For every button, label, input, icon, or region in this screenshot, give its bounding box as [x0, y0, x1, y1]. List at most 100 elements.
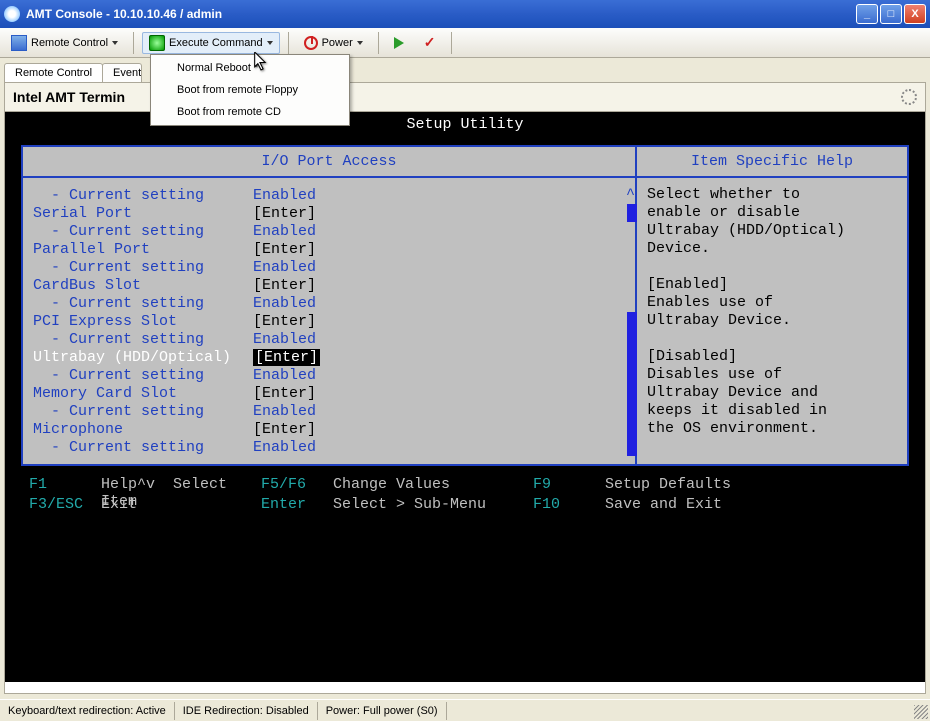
menu-item[interactable]: Boot from remote Floppy: [153, 79, 347, 101]
bios-row-label: Ultrabay (HDD/Optical): [33, 349, 253, 366]
close-button[interactable]: X: [904, 4, 926, 24]
bios-row[interactable]: - Current settingEnabled: [33, 330, 633, 348]
bios-row-label: - Current setting: [33, 259, 253, 276]
window-titlebar: AMT Console - 10.10.10.46 / admin _ □ X: [0, 0, 930, 28]
bios-help-line: Ultrabay (HDD/Optical): [647, 222, 897, 240]
status-ide: IDE Redirection: Disabled: [175, 702, 318, 720]
fkey-f9-desc: Setup Defaults: [605, 476, 765, 496]
tab-event[interactable]: Event: [102, 63, 142, 82]
power-button[interactable]: Power: [297, 33, 370, 53]
panel: Intel AMT Termin Setup Utility I/O Port …: [4, 82, 926, 694]
bios-help-line: [647, 258, 897, 276]
bios-row[interactable]: - Current settingEnabled: [33, 294, 633, 312]
status-power: Power: Full power (S0): [318, 702, 447, 720]
status-keyboard: Keyboard/text redirection: Active: [0, 702, 175, 720]
bios-row-label: Parallel Port: [33, 241, 253, 258]
bios-window: I/O Port Access Item Specific Help ^ - C…: [21, 145, 909, 466]
bios-row[interactable]: Serial Port[Enter]: [33, 204, 633, 222]
go-button[interactable]: [387, 34, 411, 52]
bios-row-label: Memory Card Slot: [33, 385, 253, 402]
execute-command-label: Execute Command: [169, 37, 263, 49]
toolbar-separator: [378, 32, 379, 54]
bios-row[interactable]: Parallel Port[Enter]: [33, 240, 633, 258]
bios-list[interactable]: ^ - Current settingEnabledSerial Port[En…: [23, 178, 637, 464]
bios-row[interactable]: - Current settingEnabled: [33, 366, 633, 384]
bios-row[interactable]: - Current settingEnabled: [33, 222, 633, 240]
power-icon: [304, 36, 318, 50]
bios-row[interactable]: - Current settingEnabled: [33, 402, 633, 420]
fkey-f1: F1: [29, 476, 101, 496]
run-icon: [149, 35, 165, 51]
fkey-f3-desc: Exit: [101, 496, 261, 516]
toolbar-separator: [133, 32, 134, 54]
resize-grip[interactable]: [914, 705, 928, 719]
scroll-marker: [627, 330, 637, 348]
maximize-button[interactable]: □: [880, 4, 902, 24]
bios-row-value: [Enter]: [253, 313, 316, 330]
chevron-down-icon: [267, 41, 273, 45]
bios-row-label: - Current setting: [33, 331, 253, 348]
bios-row[interactable]: Microphone[Enter]: [33, 420, 633, 438]
bios-row-value: Enabled: [253, 259, 316, 276]
bios-row-value: Enabled: [253, 367, 316, 384]
execute-command-menu[interactable]: Normal Reboot *Boot from remote FloppyBo…: [150, 54, 350, 126]
remote-control-button[interactable]: Remote Control: [4, 32, 125, 54]
minimize-button[interactable]: _: [856, 4, 878, 24]
bios-row-value: [Enter]: [253, 421, 316, 438]
fkey-f3: F3/ESC: [29, 496, 101, 516]
app-icon: [4, 6, 20, 22]
bios-utility-title: Setup Utility: [5, 112, 925, 145]
bios-row[interactable]: CardBus Slot[Enter]: [33, 276, 633, 294]
fkey-f9: F9: [533, 476, 605, 496]
toolbar-separator: [451, 32, 452, 54]
bios-help-line: Ultrabay Device and: [647, 384, 897, 402]
toolbar: Remote Control Execute Command Power ✓: [0, 28, 930, 58]
bios-help-line: enable or disable: [647, 204, 897, 222]
bios-row[interactable]: - Current settingEnabled: [33, 438, 633, 456]
bios-row-value: Enabled: [253, 331, 316, 348]
bios-row-value: [Enter]: [253, 349, 320, 366]
bios-footer: F1 Help^v Select Item F5/F6 Change Value…: [5, 466, 925, 516]
bios-col-left: I/O Port Access: [23, 147, 637, 176]
bios-row-label: - Current setting: [33, 223, 253, 240]
bios-help-pane: Select whether toenable or disableUltrab…: [637, 178, 907, 464]
bios-help-line: [Disabled]: [647, 348, 897, 366]
window-title: AMT Console - 10.10.10.46 / admin: [26, 7, 856, 21]
bios-row-value: Enabled: [253, 295, 316, 312]
fkey-f10: F10: [533, 496, 605, 516]
status-bar: Keyboard/text redirection: Active IDE Re…: [0, 699, 930, 721]
bios-row[interactable]: Memory Card Slot[Enter]: [33, 384, 633, 402]
chevron-down-icon: [357, 41, 363, 45]
scroll-marker: [627, 312, 637, 330]
bios-help-line: [647, 330, 897, 348]
check-button[interactable]: ✓: [417, 31, 443, 54]
menu-item[interactable]: Normal Reboot *: [153, 57, 347, 79]
bios-row-label: - Current setting: [33, 439, 253, 456]
check-icon: ✓: [424, 34, 436, 51]
bios-row-label: Microphone: [33, 421, 253, 438]
bios-help-line: Select whether to: [647, 186, 897, 204]
fkey-f56: F5/F6: [261, 476, 333, 496]
bios-row-value: Enabled: [253, 403, 316, 420]
toolbar-separator: [288, 32, 289, 54]
execute-command-button[interactable]: Execute Command: [142, 32, 280, 54]
panel-title: Intel AMT Termin: [13, 89, 125, 105]
fkey-f56-desc: Change Values: [333, 476, 533, 496]
power-label: Power: [322, 37, 353, 49]
gear-icon[interactable]: [901, 89, 917, 105]
tab-remote-control[interactable]: Remote Control: [4, 63, 103, 82]
scroll-marker: [627, 366, 637, 384]
mouse-cursor: [254, 52, 268, 72]
bios-row-label: PCI Express Slot: [33, 313, 253, 330]
bios-row-value: [Enter]: [253, 241, 316, 258]
bios-row[interactable]: - Current settingEnabled: [33, 258, 633, 276]
bios-help-line: Disables use of: [647, 366, 897, 384]
terminal[interactable]: Setup Utility I/O Port Access Item Speci…: [5, 112, 925, 682]
scroll-marker: [627, 402, 637, 420]
bios-row[interactable]: Ultrabay (HDD/Optical)[Enter]: [33, 348, 633, 366]
scroll-up-caret: ^: [626, 186, 635, 203]
bios-row[interactable]: - Current settingEnabled: [33, 186, 633, 204]
scroll-marker: [627, 438, 637, 456]
bios-row[interactable]: PCI Express Slot[Enter]: [33, 312, 633, 330]
menu-item[interactable]: Boot from remote CD: [153, 101, 347, 123]
